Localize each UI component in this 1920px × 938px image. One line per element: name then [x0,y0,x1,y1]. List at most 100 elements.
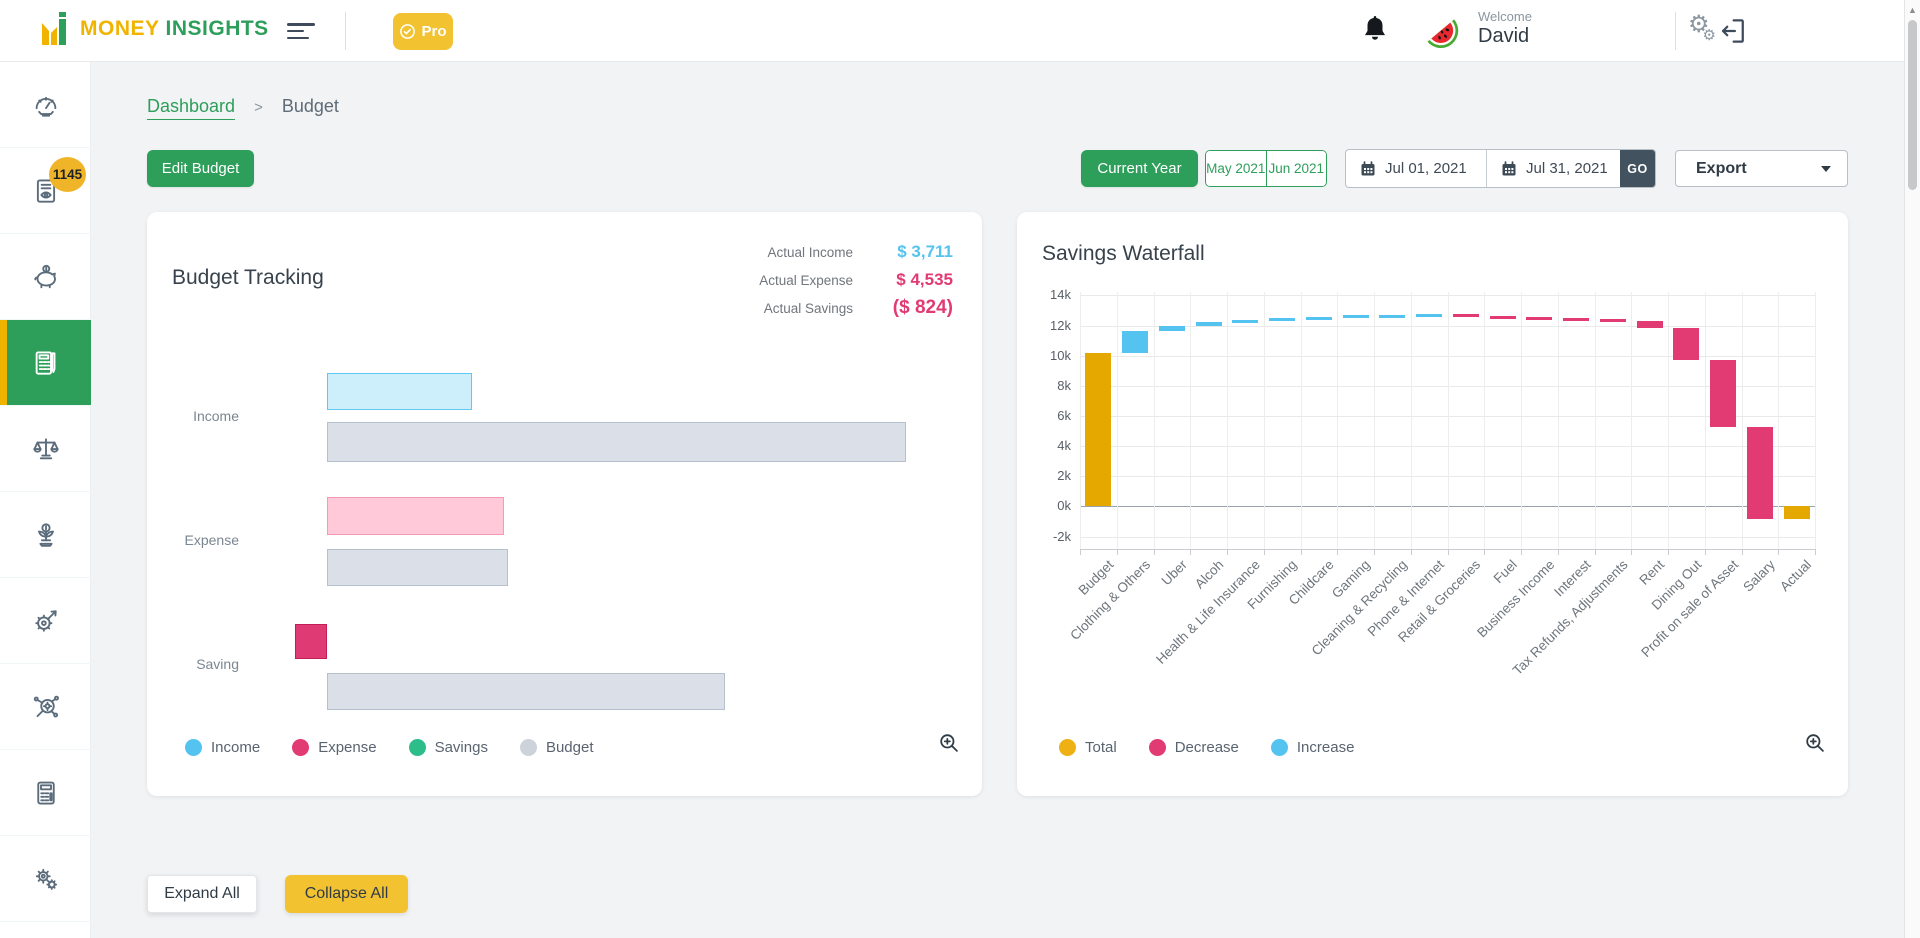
sidebar-item-gauge-dashboard[interactable] [0,62,91,148]
date-from-value: Jul 01, 2021 [1385,160,1467,177]
gridline-v [1521,292,1522,549]
sidebar-item-calculator[interactable] [0,750,91,836]
waterfall-bar-furnishing [1269,318,1295,321]
legend-item-budget[interactable]: Budget [520,739,594,756]
collapse-all-button[interactable]: Collapse All [285,875,408,913]
date-to-value: Jul 31, 2021 [1526,160,1608,177]
breadcrumb: Dashboard > Budget [147,96,339,117]
zoom-in-icon[interactable] [938,732,960,759]
pro-label: Pro [421,23,446,40]
x-axis-category-label: Actual [1777,557,1814,594]
legend-label: Total [1085,739,1117,756]
savings-waterfall-title: Savings Waterfall [1042,242,1205,266]
x-axis-category-label: Fuel [1491,557,1520,586]
x-axis-tick [1815,549,1816,555]
legend-item-increase[interactable]: Increase [1271,739,1355,756]
budget-tracking-stats: Actual Income$ 3,711Actual Expense$ 4,53… [693,238,953,322]
bar-income-actual [327,373,472,410]
stat-row: Actual Savings($ 824) [693,294,953,322]
y-axis-tick-label: 8k [1019,378,1071,393]
budget-tracking-title: Budget Tracking [172,266,324,290]
sidebar-item-budget-calculator[interactable] [0,320,91,406]
settings-gears-icon[interactable]: ⚙⚙ [1688,13,1716,37]
notification-count-badge: 1145 [49,157,86,192]
edit-budget-button[interactable]: Edit Budget [147,150,254,187]
go-button[interactable]: GO [1620,150,1655,187]
breadcrumb-current: Budget [282,96,339,116]
sidebar-item-analysis-search[interactable] [0,664,91,750]
month-button-group: May 2021 Jun 2021 [1205,150,1327,187]
month-jun-button[interactable]: Jun 2021 [1267,151,1327,186]
legend-label: Increase [1297,739,1355,756]
legend-item-expense[interactable]: Expense [292,739,376,756]
export-label: Export [1696,160,1747,178]
app-logo[interactable]: MONEYINSIGHTS [40,11,269,47]
header-divider [345,12,346,50]
y-axis-tick-label: 10k [1019,348,1071,363]
waterfall-bar-fuel [1490,316,1516,319]
waterfall-bar-salary [1747,427,1773,519]
logout-icon[interactable] [1718,16,1748,51]
bar-category-label: Saving [147,656,239,672]
gridline-v [1080,292,1081,549]
y-axis-tick-label: -2k [1019,529,1071,544]
logo-bars-icon [40,11,72,47]
x-axis-category-label: Alcoh [1192,557,1226,591]
gridline-v [1778,292,1779,549]
page-scrollbar[interactable]: ▲ [1904,0,1920,938]
legend-item-total[interactable]: Total [1059,739,1117,756]
brand-insights: INSIGHTS [166,17,269,40]
x-axis-category-label: Rent [1636,557,1667,588]
waterfall-bar-interest [1563,318,1589,321]
piggy-bank-icon [31,262,61,292]
scroll-up-arrow[interactable]: ▲ [1905,0,1920,15]
waterfall-bar-clothing-others [1122,331,1148,354]
stat-label: Actual Expense [693,273,853,288]
sidebar-item-goal-gear[interactable] [0,578,91,664]
gridline-v [1117,292,1118,549]
expand-all-button[interactable]: Expand All [147,875,257,913]
bar-expense-actual [327,497,504,535]
month-may-button[interactable]: May 2021 [1206,151,1267,186]
stat-label: Actual Savings [693,301,853,316]
stat-label: Actual Income [693,245,853,260]
gridline-v [1411,292,1412,549]
y-axis-tick-label: 2k [1019,468,1071,483]
y-axis-tick-label: 4k [1019,438,1071,453]
gridline-v [1705,292,1706,549]
stat-value: $ 4,535 [853,270,953,290]
avatar-watermelon-icon[interactable] [1420,10,1464,59]
waterfall-bar-retail-groceries [1453,314,1479,317]
gridline-v [1484,292,1485,549]
gridline-v [1190,292,1191,549]
waterfall-bar-cleaning-recycling [1379,315,1405,318]
breadcrumb-dashboard-link[interactable]: Dashboard [147,96,235,120]
gridline-v [1742,292,1743,549]
sidebar-item-balance-scales[interactable] [0,406,91,492]
calendar-icon [1360,161,1376,177]
date-to-field[interactable]: Jul 31, 2021 [1487,150,1620,187]
legend-item-decrease[interactable]: Decrease [1149,739,1239,756]
sidebar-item-money-plant[interactable] [0,492,91,578]
legend-item-savings[interactable]: Savings [409,739,488,756]
current-year-button[interactable]: Current Year [1081,150,1198,187]
waterfall-bar-dining-out [1673,328,1699,360]
gridline-v [1631,292,1632,549]
calculator-icon [31,778,61,808]
gridline-v [1301,292,1302,549]
legend-label: Decrease [1175,739,1239,756]
menu-toggle-icon[interactable] [287,23,315,41]
legend-label: Budget [546,739,594,756]
notifications-bell-icon[interactable] [1360,14,1390,53]
sidebar-item-settings-gears[interactable] [0,836,91,922]
bar-saving-budget [327,673,725,710]
legend-item-income[interactable]: Income [185,739,260,756]
sidebar-item-piggy-bank[interactable] [0,234,91,320]
export-dropdown[interactable]: Export [1675,150,1848,187]
sidebar-item-report-view[interactable]: 1145 [0,148,91,234]
scrollbar-thumb[interactable] [1908,20,1917,190]
zoom-in-icon[interactable] [1804,732,1826,759]
date-from-field[interactable]: Jul 01, 2021 [1346,150,1487,187]
gridline-v [1668,292,1669,549]
pro-badge-button[interactable]: Pro [393,13,453,50]
